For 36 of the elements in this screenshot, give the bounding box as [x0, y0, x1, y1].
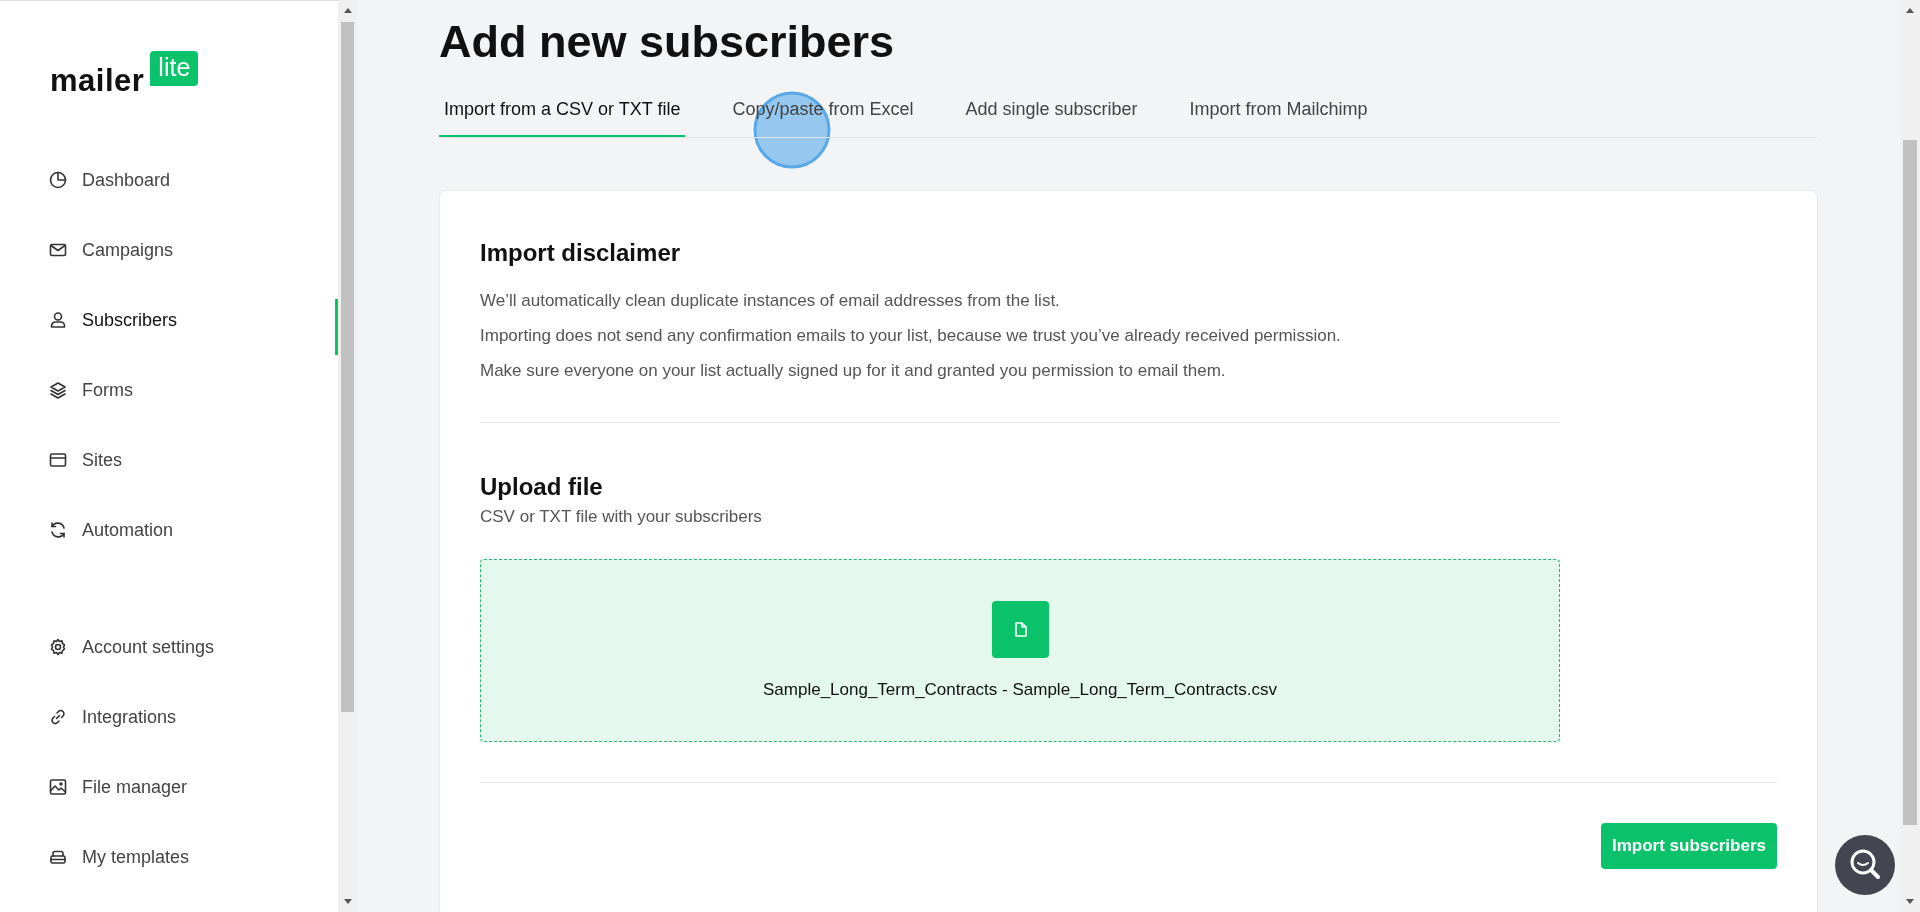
disclaimer-text: Make sure everyone on your list actually signed up for it and granted you permission to email them.	[480, 360, 1227, 382]
file-icon	[991, 601, 1049, 658]
pie-icon	[48, 170, 68, 190]
nav-item[interactable]: File manager	[0, 752, 338, 822]
file-name: Sample_Long_Term_Contracts - Sample_Long_Term_Contracts.csv	[763, 680, 1277, 700]
nav-item[interactable]: Subscribers	[0, 285, 338, 355]
layers-icon	[48, 380, 68, 400]
nav-item[interactable]: Automation	[0, 495, 338, 565]
tab[interactable]: Copy/paste from Excel	[727, 90, 919, 137]
page-title: Add new subscribers	[439, 15, 896, 69]
section-heading: Upload file	[480, 473, 604, 501]
section-heading: Import disclaimer	[480, 239, 682, 267]
tab[interactable]: Import from Mailchimp	[1184, 90, 1373, 137]
upload-subtitle: CSV or TXT file with your subscribers	[480, 507, 763, 527]
browser-icon	[48, 450, 68, 470]
file-drop-zone[interactable]: Sample_Long_Term_Contracts - Sample_Long_Term_Contracts.csv	[480, 559, 1560, 742]
scrollbar[interactable]	[1900, 0, 1920, 912]
nav-item[interactable]: Sites	[0, 425, 338, 495]
tab[interactable]: Add single subscriber	[960, 90, 1143, 137]
nav-item[interactable]: Account settings	[0, 612, 338, 682]
tab[interactable]: Import from a CSV or TXT file	[439, 90, 686, 137]
nav-item[interactable]: Dashboard	[0, 145, 338, 215]
nav-item[interactable]: My templates	[0, 822, 338, 892]
disclaimer-text: We’ll automatically clean duplicate instances of email addresses from the list.	[480, 290, 1061, 312]
refresh-icon	[48, 520, 68, 540]
search-help-button[interactable]	[1835, 835, 1895, 895]
nav-item[interactable]: Forms	[0, 355, 338, 425]
logo[interactable]: mailer lite	[50, 51, 338, 95]
nav-item[interactable]: Integrations	[0, 682, 338, 752]
gear-icon	[48, 637, 68, 657]
scrollbar[interactable]	[338, 0, 357, 912]
disclaimer-text: Importing does not send any confirmation emails to your list, because we trust you’ve already received permission.	[480, 325, 1342, 347]
nav-item[interactable]: Campaigns	[0, 215, 338, 285]
person-icon	[48, 310, 68, 330]
image-icon	[48, 777, 68, 797]
link-icon	[48, 707, 68, 727]
